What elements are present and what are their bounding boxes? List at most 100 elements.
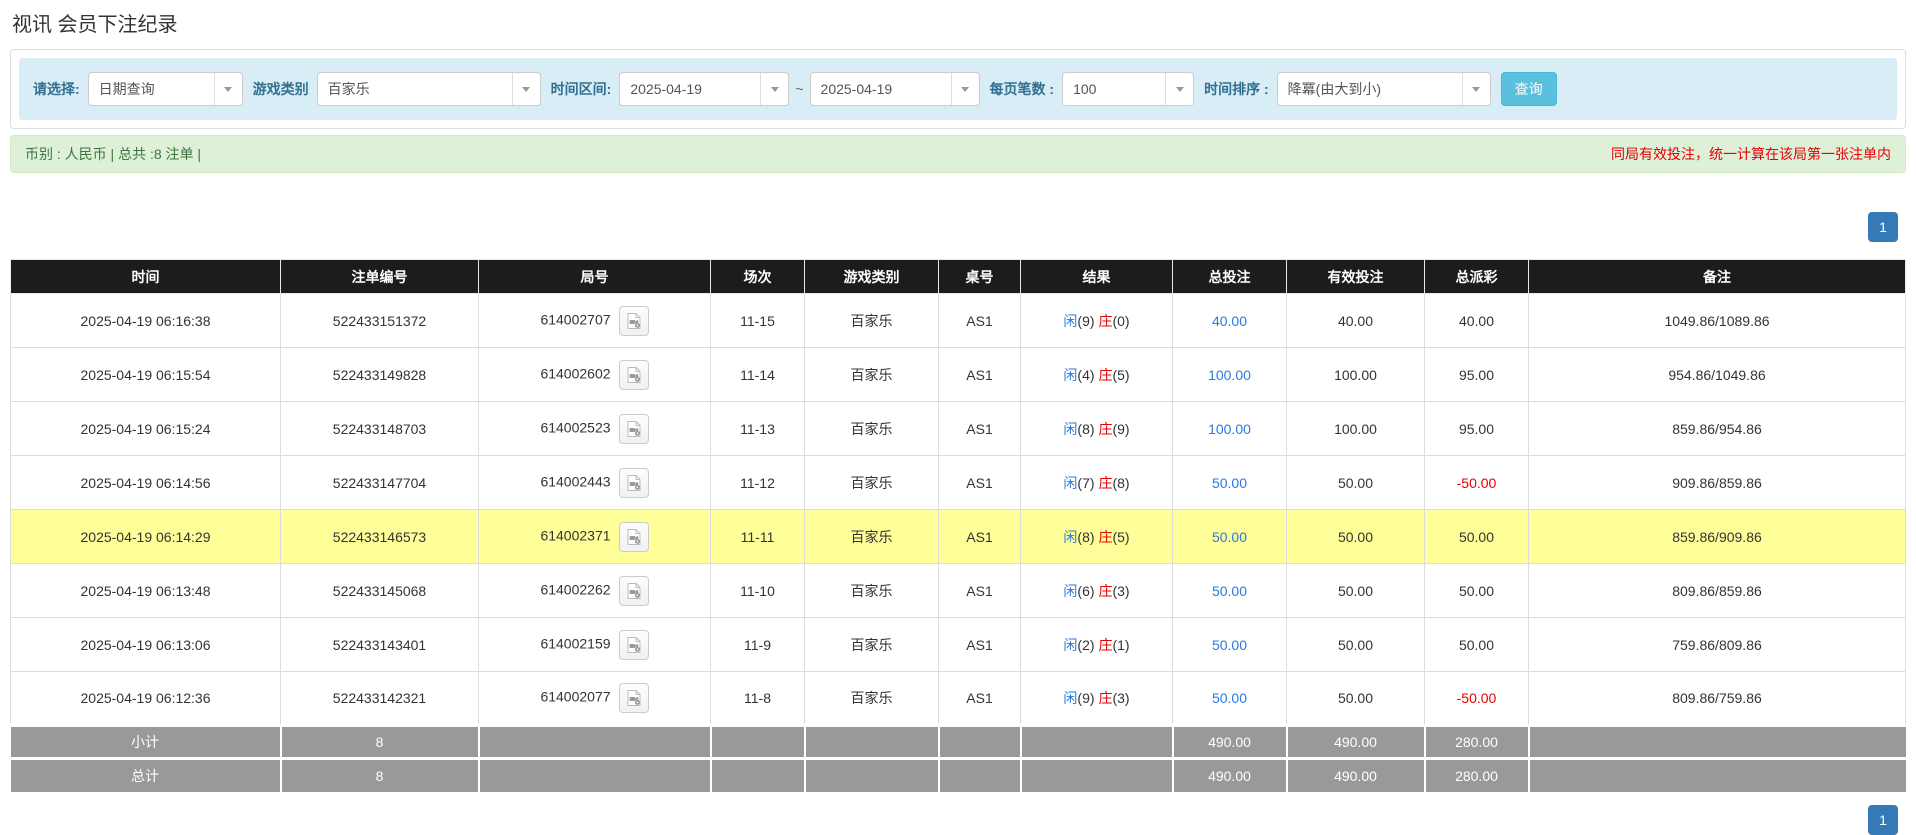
cell-total-bet: 100.00 bbox=[1173, 348, 1287, 402]
result-player: 闲 bbox=[1063, 583, 1077, 599]
cell-table-number: AS1 bbox=[939, 618, 1021, 672]
column-header: 有效投注 bbox=[1287, 260, 1425, 294]
result-banker: 庄 bbox=[1098, 529, 1112, 545]
cell-remark: 809.86/759.86 bbox=[1529, 672, 1906, 726]
table-row: 2025-04-19 06:13:06522433143401614002159… bbox=[11, 618, 1906, 672]
result-player: 闲 bbox=[1063, 690, 1077, 706]
cell-table-number: AS1 bbox=[939, 294, 1021, 348]
cell-total-bet: 50.00 bbox=[1173, 564, 1287, 618]
cell-payout: 95.00 bbox=[1425, 348, 1529, 402]
cell-remark: 859.86/954.86 bbox=[1529, 402, 1906, 456]
cell-bet-number: 522433148703 bbox=[281, 402, 479, 456]
summary-empty-cell bbox=[1021, 759, 1173, 792]
date-range-separator: ~ bbox=[795, 81, 803, 97]
summary-empty-cell bbox=[939, 726, 1021, 759]
cell-remark: 809.86/859.86 bbox=[1529, 564, 1906, 618]
cell-session: 11-15 bbox=[711, 294, 805, 348]
result-player-score: (9) bbox=[1077, 313, 1094, 329]
cell-table-number: AS1 bbox=[939, 456, 1021, 510]
summary-empty-cell bbox=[1021, 726, 1173, 759]
cell-time: 2025-04-19 06:15:54 bbox=[11, 348, 281, 402]
total-bet-link[interactable]: 40.00 bbox=[1212, 313, 1247, 329]
cell-total-bet: 50.00 bbox=[1173, 510, 1287, 564]
column-header: 场次 bbox=[711, 260, 805, 294]
total-bet-link[interactable]: 50.00 bbox=[1212, 583, 1247, 599]
time-sort-label: 时间排序 : bbox=[1204, 79, 1269, 99]
cell-valid-bet: 40.00 bbox=[1287, 294, 1425, 348]
video-record-button[interactable] bbox=[619, 360, 649, 390]
page-button-1[interactable]: 1 bbox=[1868, 212, 1898, 242]
result-banker: 庄 bbox=[1098, 367, 1112, 383]
cell-time: 2025-04-19 06:12:36 bbox=[11, 672, 281, 726]
total-bet-link[interactable]: 50.00 bbox=[1212, 637, 1247, 653]
cell-round-number: 614002077 bbox=[479, 672, 711, 726]
filter-bar: 请选择: 日期查询 游戏类别 百家乐 时间区间: 2025-04-19 ~ 20… bbox=[19, 58, 1897, 120]
result-banker-score: (3) bbox=[1112, 583, 1129, 599]
summary-valid-bet: 490.00 bbox=[1287, 726, 1425, 759]
summary-empty-cell bbox=[711, 726, 805, 759]
cell-remark: 859.86/909.86 bbox=[1529, 510, 1906, 564]
filter-panel: 请选择: 日期查询 游戏类别 百家乐 时间区间: 2025-04-19 ~ 20… bbox=[10, 49, 1906, 129]
video-file-icon bbox=[625, 366, 643, 384]
summary-label: 小计 bbox=[11, 726, 281, 759]
video-file-icon bbox=[625, 582, 643, 600]
cell-valid-bet: 100.00 bbox=[1287, 402, 1425, 456]
cell-game-category: 百家乐 bbox=[805, 618, 939, 672]
date-to-select[interactable]: 2025-04-19 bbox=[810, 72, 980, 106]
result-player-score: (4) bbox=[1077, 367, 1094, 383]
video-file-icon bbox=[625, 474, 643, 492]
cell-game-category: 百家乐 bbox=[805, 672, 939, 726]
cell-round-number: 614002159 bbox=[479, 618, 711, 672]
total-bet-link[interactable]: 50.00 bbox=[1212, 690, 1247, 706]
total-bet-link[interactable]: 100.00 bbox=[1208, 421, 1251, 437]
table-row: 2025-04-19 06:14:29522433146573614002371… bbox=[11, 510, 1906, 564]
cell-remark: 1049.86/1089.86 bbox=[1529, 294, 1906, 348]
summary-bar: 币别 : 人民币 | 总共 :8 注单 | 同局有效投注，统一计算在该局第一张注… bbox=[10, 135, 1906, 173]
date-from-select[interactable]: 2025-04-19 bbox=[619, 72, 789, 106]
cell-result: 闲(6) 庄(3) bbox=[1021, 564, 1173, 618]
result-banker-score: (1) bbox=[1112, 637, 1129, 653]
video-file-icon bbox=[625, 312, 643, 330]
search-button[interactable]: 查询 bbox=[1501, 72, 1557, 106]
cell-session: 11-8 bbox=[711, 672, 805, 726]
valid-bet-note: 同局有效投注，统一计算在该局第一张注单内 bbox=[1611, 144, 1891, 164]
cell-valid-bet: 50.00 bbox=[1287, 456, 1425, 510]
summary-total-bet: 490.00 bbox=[1173, 726, 1287, 759]
result-banker: 庄 bbox=[1098, 421, 1112, 437]
cell-bet-number: 522433143401 bbox=[281, 618, 479, 672]
query-type-select[interactable]: 日期查询 bbox=[88, 72, 243, 106]
cell-result: 闲(9) 庄(3) bbox=[1021, 672, 1173, 726]
round-number: 614002159 bbox=[540, 635, 610, 651]
summary-empty-cell bbox=[1529, 759, 1906, 792]
video-record-button[interactable] bbox=[619, 576, 649, 606]
header-row: 时间注单编号局号场次游戏类别桌号结果总投注有效投注总派彩备注 bbox=[11, 260, 1906, 294]
cell-table-number: AS1 bbox=[939, 564, 1021, 618]
result-player-score: (2) bbox=[1077, 637, 1094, 653]
round-number: 614002371 bbox=[540, 527, 610, 543]
video-record-button[interactable] bbox=[619, 306, 649, 336]
video-record-button[interactable] bbox=[619, 683, 649, 713]
game-category-select[interactable]: 百家乐 bbox=[317, 72, 541, 106]
query-type-label: 请选择: bbox=[33, 79, 80, 99]
table-row: 2025-04-19 06:13:48522433145068614002262… bbox=[11, 564, 1906, 618]
total-bet-link[interactable]: 50.00 bbox=[1212, 529, 1247, 545]
video-record-button[interactable] bbox=[619, 522, 649, 552]
game-category-label: 游戏类别 bbox=[253, 79, 309, 99]
summary-valid-bet: 490.00 bbox=[1287, 759, 1425, 792]
video-record-button[interactable] bbox=[619, 630, 649, 660]
time-sort-select[interactable]: 降冪(由大到小) bbox=[1277, 72, 1491, 106]
total-bet-link[interactable]: 100.00 bbox=[1208, 367, 1251, 383]
cell-result: 闲(2) 庄(1) bbox=[1021, 618, 1173, 672]
cell-time: 2025-04-19 06:16:38 bbox=[11, 294, 281, 348]
total-bet-link[interactable]: 50.00 bbox=[1212, 475, 1247, 491]
column-header: 总派彩 bbox=[1425, 260, 1529, 294]
video-record-button[interactable] bbox=[619, 468, 649, 498]
cell-round-number: 614002602 bbox=[479, 348, 711, 402]
chevron-down-icon bbox=[760, 73, 788, 105]
result-banker-score: (3) bbox=[1112, 690, 1129, 706]
table-row: 2025-04-19 06:15:24522433148703614002523… bbox=[11, 402, 1906, 456]
video-record-button[interactable] bbox=[619, 414, 649, 444]
cell-valid-bet: 50.00 bbox=[1287, 618, 1425, 672]
page-size-select[interactable]: 100 bbox=[1062, 72, 1194, 106]
cell-total-bet: 100.00 bbox=[1173, 402, 1287, 456]
